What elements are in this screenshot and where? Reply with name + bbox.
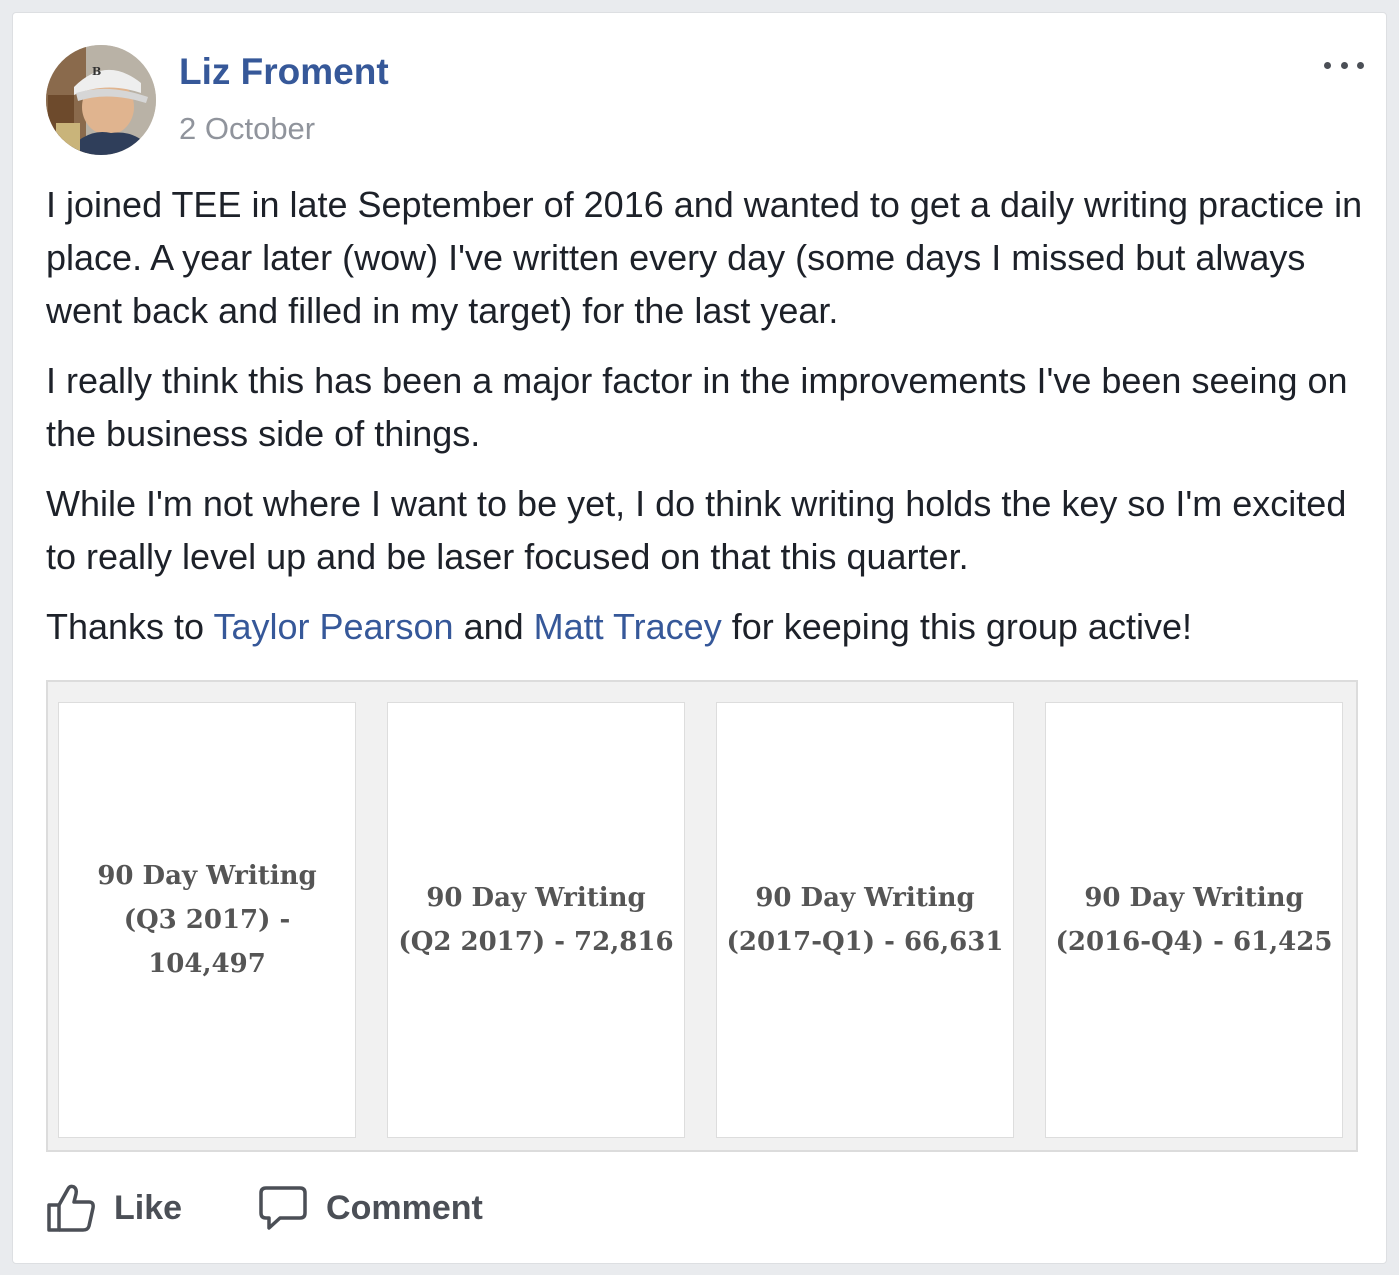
attachment-grid: 90 Day Writing (Q3 2017) - 104,497 90 Da… [46, 680, 1358, 1152]
mention-taylor-pearson[interactable]: Taylor Pearson [213, 606, 453, 647]
thanks-text: for keeping this group active! [721, 606, 1192, 647]
thanks-text: and [453, 606, 534, 647]
attachment-title: 90 Day Writing (2017-Q1) - 66,631 [726, 883, 1004, 957]
speech-bubble-icon [259, 1186, 307, 1230]
attachment-title: 90 Day Writing (2016-Q4) - 61,425 [1055, 883, 1333, 957]
thumbs-up-icon [47, 1184, 95, 1232]
thanks-text: Thanks to [46, 606, 214, 647]
post-date[interactable]: 2 October [179, 111, 315, 147]
post-paragraph: I joined TEE in late September of 2016 a… [46, 184, 1363, 331]
mention-matt-tracey[interactable]: Matt Tracey [534, 606, 722, 647]
post-body: I joined TEE in late September of 2016 a… [46, 178, 1366, 670]
avatar-photo: B [46, 45, 156, 155]
attachment-thumbnail[interactable]: 90 Day Writing (Q3 2017) - 104,497 [58, 702, 356, 1138]
dot [1357, 61, 1364, 69]
attachment-title: 90 Day Writing (Q2 2017) - 72,816 [398, 883, 674, 957]
post-paragraph: I really think this has been a major fac… [46, 360, 1348, 454]
more-options-icon[interactable] [1324, 53, 1364, 77]
thanks-paragraph: Thanks to Taylor Pearson and Matt Tracey… [46, 600, 1366, 653]
like-label: Like [114, 1188, 183, 1227]
attachment-thumbnail[interactable]: 90 Day Writing (Q2 2017) - 72,816 [387, 702, 685, 1138]
dot [1340, 61, 1348, 69]
comment-label: Comment [326, 1188, 483, 1227]
like-button[interactable]: Like [46, 1183, 182, 1233]
dot [1324, 61, 1331, 69]
attachment-title: 90 Day Writing (Q3 2017) - 104,497 [97, 861, 317, 979]
svg-text:B: B [92, 65, 101, 78]
action-bar: Like Comment [46, 1178, 483, 1238]
post-card: B Liz Froment 2 October I joined TEE in … [12, 12, 1387, 1264]
author-name[interactable]: Liz Froment [179, 51, 389, 93]
attachment-thumbnail[interactable]: 90 Day Writing (2017-Q1) - 66,631 [716, 702, 1014, 1138]
author-avatar[interactable]: B [46, 45, 156, 155]
post-paragraph: While I'm not where I want to be yet, I … [46, 483, 1347, 577]
attachment-thumbnail[interactable]: 90 Day Writing (2016-Q4) - 61,425 [1045, 702, 1343, 1138]
comment-button[interactable]: Comment [258, 1183, 483, 1233]
